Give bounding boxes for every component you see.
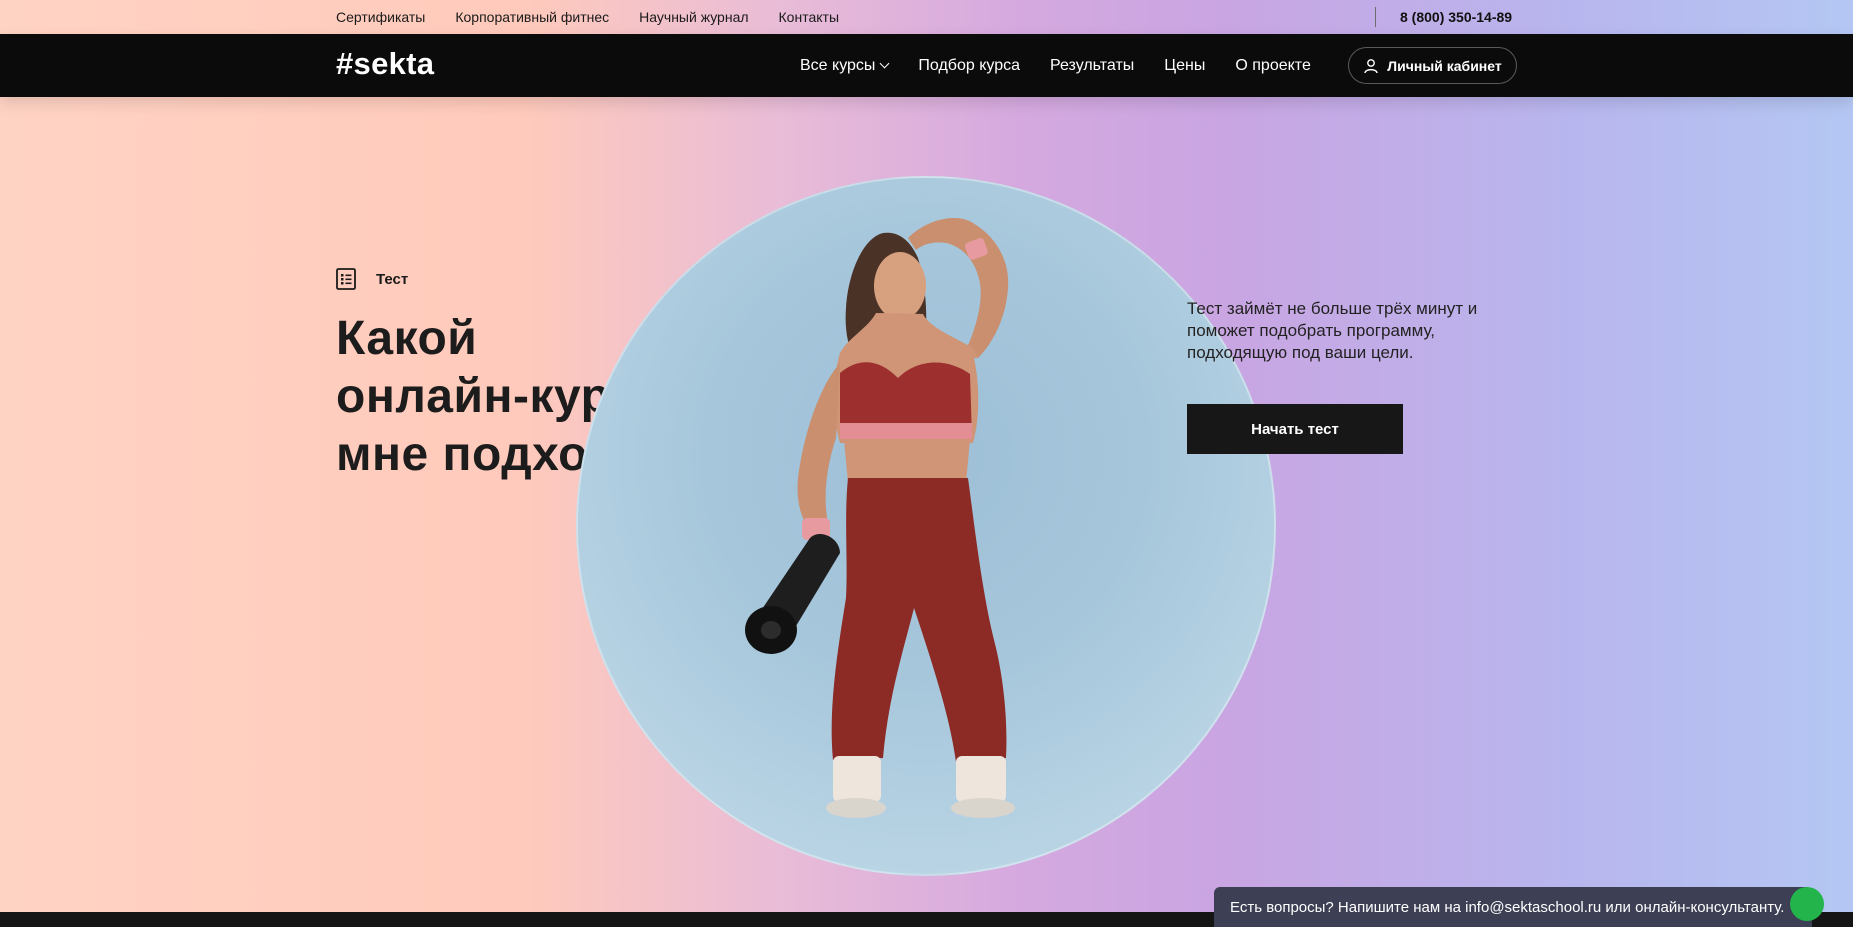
main-navbar: #sekta Все курсы Подбор курса Результаты… [0,34,1853,97]
nav-item-all-courses[interactable]: Все курсы [800,56,890,75]
nav-item-label: Подбор курса [918,56,1021,74]
chat-widget-icon[interactable] [1790,887,1824,921]
top-link-corporate[interactable]: Корпоративный фитнес [455,9,609,25]
test-badge: Тест [336,268,408,290]
nav-item-label: Цены [1164,56,1206,74]
nav-item-label: О проекте [1235,56,1311,74]
top-link-journal[interactable]: Научный журнал [639,9,748,25]
nav-item-results[interactable]: Результаты [1050,57,1134,75]
logo[interactable]: #sekta [336,46,434,82]
top-link-certificates[interactable]: Сертификаты [336,9,425,25]
checklist-icon [336,268,356,290]
top-links: Сертификаты Корпоративный фитнес Научный… [336,0,839,34]
hero-description: Тест займёт не больше трёх минут и помож… [1187,299,1478,362]
chat-prompt-text: Есть вопросы? Напишите нам на info@sekta… [1230,898,1785,916]
nav-item-label: Все курсы [800,56,876,74]
personal-cabinet-button[interactable]: Личный кабинет [1348,47,1517,84]
top-utility-bar: Сертификаты Корпоративный фитнес Научный… [0,0,1853,34]
nav-menu: Все курсы Подбор курса Результаты Цены О… [800,34,1311,97]
user-icon [1364,58,1378,73]
start-test-button[interactable]: Начать тест [1187,404,1403,454]
personal-cabinet-label: Личный кабинет [1387,57,1502,74]
nav-item-prices[interactable]: Цены [1164,57,1205,75]
phone-number[interactable]: 8 (800) 350-14-89 [1400,9,1512,25]
athlete-photo [745,218,1015,818]
nav-item-course-selection[interactable]: Подбор курса [918,57,1020,75]
test-badge-label: Тест [376,270,409,288]
chevron-down-icon [879,58,890,69]
hero-image-circle [576,176,1276,876]
nav-item-about[interactable]: О проекте [1235,57,1310,75]
top-link-contacts[interactable]: Контакты [779,9,839,25]
topbar-divider [1375,7,1376,27]
nav-item-label: Результаты [1050,56,1135,74]
chat-prompt-bar[interactable]: Есть вопросы? Напишите нам на info@sekta… [1214,887,1812,927]
